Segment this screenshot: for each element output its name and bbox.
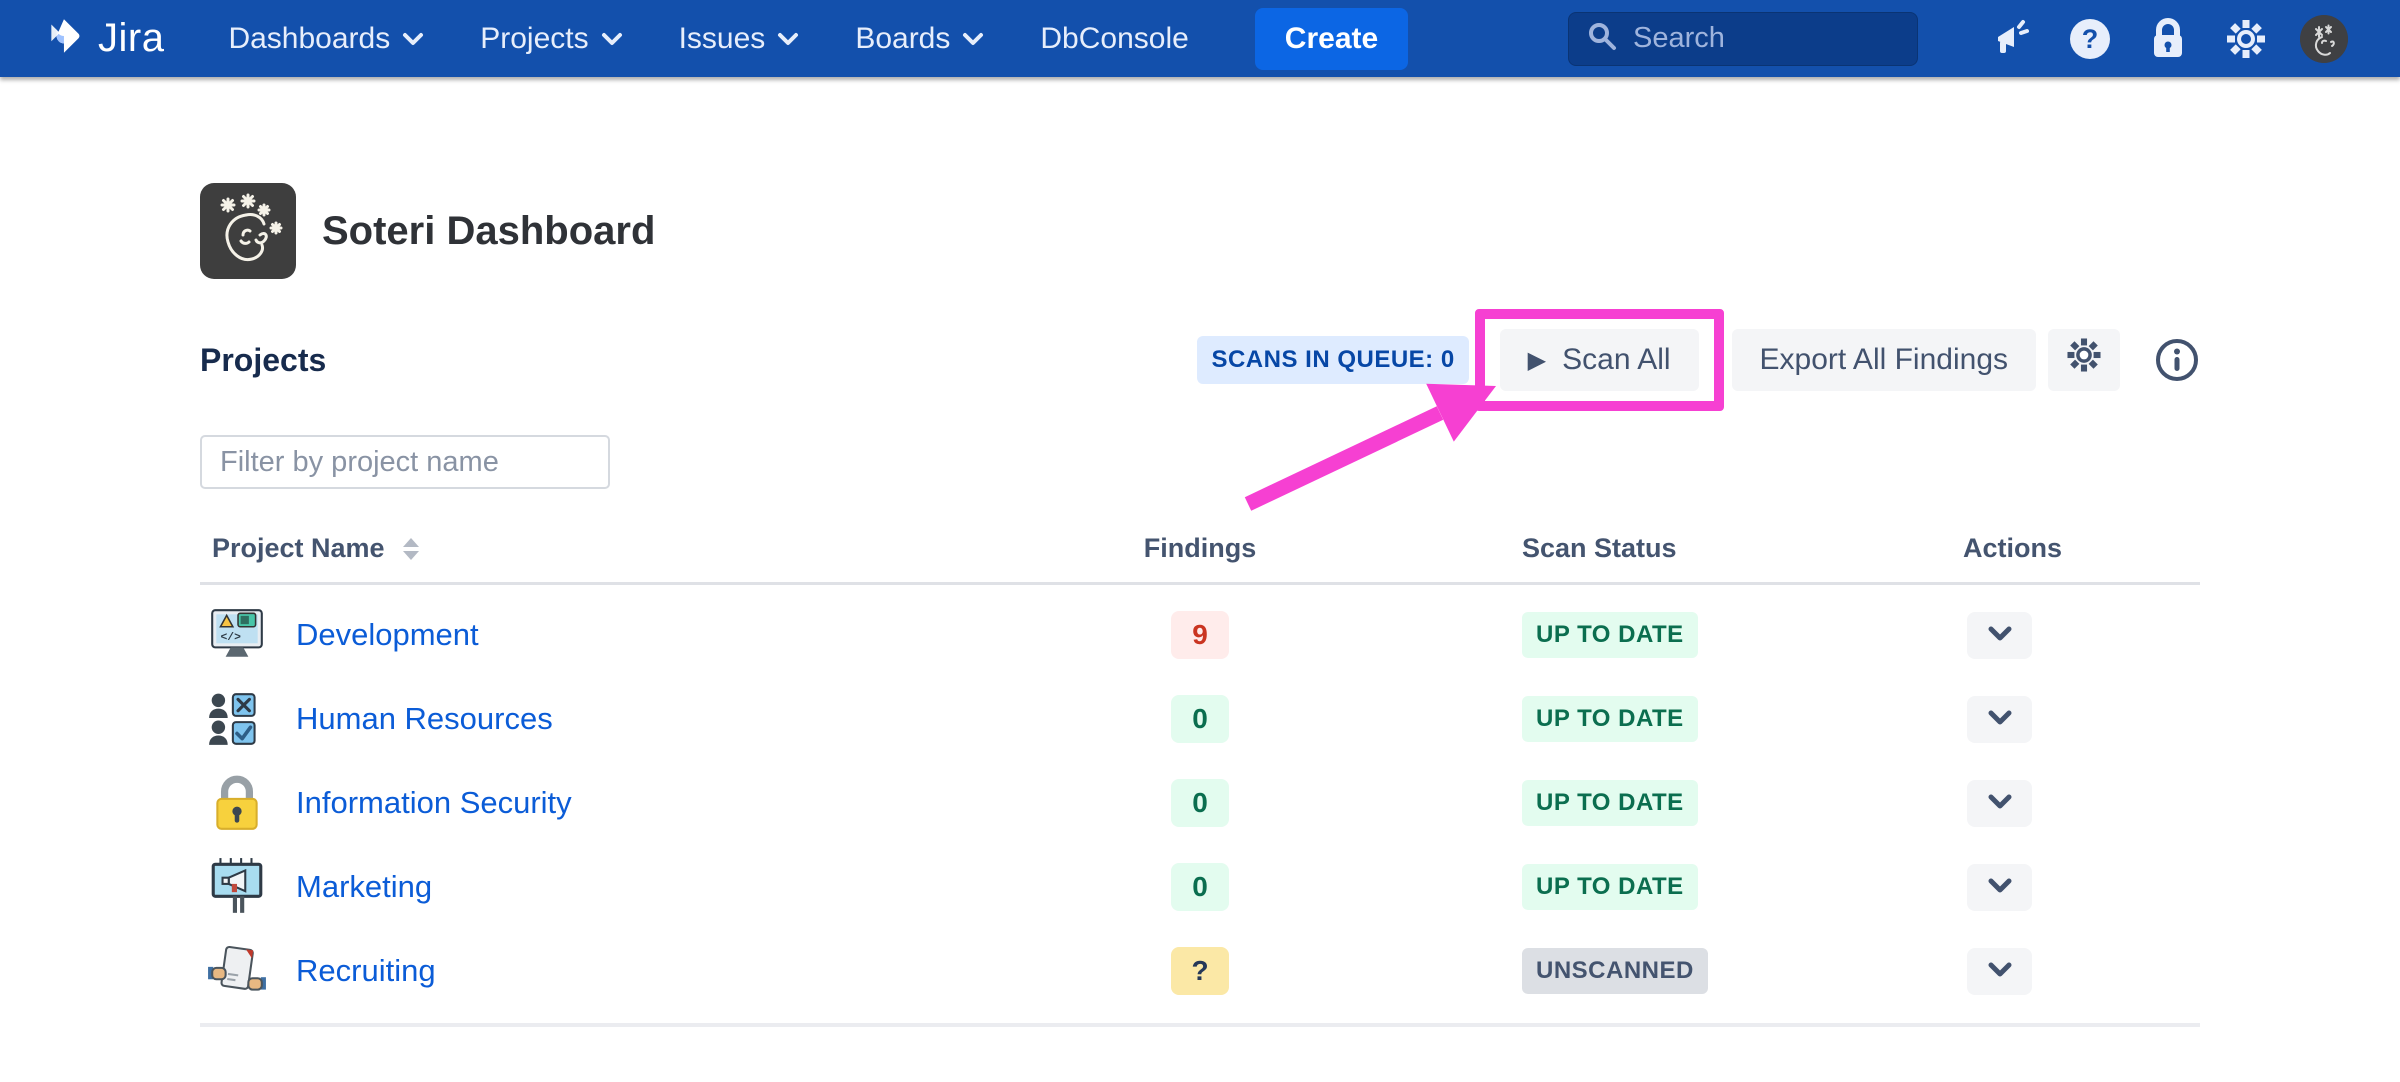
human-resources-project-icon	[206, 688, 268, 750]
nav-dbconsole-label: DbConsole	[1040, 22, 1188, 56]
findings-badge: 0	[1171, 695, 1229, 743]
findings-badge: 0	[1171, 779, 1229, 827]
search-box[interactable]	[1568, 12, 1918, 66]
search-icon	[1587, 21, 1617, 56]
page: Jira Dashboards Projects Issues Boards	[0, 0, 2400, 1082]
table-row-information-security: Information Security 0 UP TO DATE	[200, 761, 2200, 845]
row-actions-dropdown-button[interactable]	[1967, 780, 2032, 827]
brand-name: Jira	[98, 16, 164, 61]
project-filter-input[interactable]	[200, 435, 610, 489]
page-title: Soteri Dashboard	[322, 209, 655, 254]
toolbar: SCANS IN QUEUE: 0 ▶ Scan All Export All …	[1197, 309, 2200, 411]
lock-icon[interactable]	[2136, 7, 2200, 71]
project-link[interactable]: Marketing	[296, 869, 432, 905]
soteri-logo-icon	[200, 183, 296, 279]
chevron-down-icon	[1987, 877, 2013, 897]
nav-projects[interactable]: Projects	[480, 22, 622, 56]
scan-status-badge: UP TO DATE	[1522, 612, 1698, 658]
project-name-header-label: Project Name	[212, 533, 385, 564]
nav-dashboards-label: Dashboards	[228, 22, 390, 56]
chevron-down-icon	[1987, 961, 2013, 981]
chevron-down-icon	[601, 31, 623, 46]
chevron-down-icon	[777, 31, 799, 46]
projects-controls-row: Projects SCANS IN QUEUE: 0 ▶ Scan All Ex…	[200, 305, 2200, 415]
avatar[interactable]	[2292, 7, 2356, 71]
gear-icon	[2064, 335, 2104, 385]
project-link[interactable]: Recruiting	[296, 953, 436, 989]
chevron-down-icon	[1987, 709, 2013, 729]
row-actions-dropdown-button[interactable]	[1967, 696, 2032, 743]
scan-status-badge: UNSCANNED	[1522, 948, 1708, 994]
chevron-down-icon	[1987, 625, 2013, 645]
row-actions-dropdown-button[interactable]	[1967, 612, 2032, 659]
scan-status-badge: UP TO DATE	[1522, 696, 1698, 742]
column-header-project-name[interactable]: Project Name	[200, 533, 1100, 564]
create-button[interactable]: Create	[1255, 8, 1408, 70]
table-row-development: </> Development 9 UP TO DATE	[200, 593, 2200, 677]
scan-all-label: Scan All	[1562, 343, 1670, 377]
row-actions-dropdown-button[interactable]	[1967, 948, 2032, 995]
projects-heading: Projects	[200, 342, 326, 379]
findings-badge: ?	[1171, 947, 1229, 995]
table-body: </> Development 9 UP TO DATE	[200, 585, 2200, 1027]
table-row-human-resources: Human Resources 0 UP TO DATE	[200, 677, 2200, 761]
help-icon[interactable]: ?	[2058, 7, 2122, 71]
development-project-icon: </>	[206, 604, 268, 666]
megaphone-icon[interactable]	[1980, 7, 2044, 71]
information-security-project-icon	[206, 772, 268, 834]
search-input[interactable]	[1633, 22, 1873, 55]
chevron-down-icon	[962, 31, 984, 46]
nav-issues[interactable]: Issues	[679, 22, 800, 56]
settings-button[interactable]	[2048, 329, 2120, 391]
table-row-recruiting: Recruiting ? UNSCANNED	[200, 929, 2200, 1013]
project-link[interactable]: Human Resources	[296, 701, 553, 737]
nav-issues-label: Issues	[679, 22, 766, 56]
dashboard-header: Soteri Dashboard	[200, 183, 2200, 279]
export-all-findings-button[interactable]: Export All Findings	[1732, 329, 2036, 391]
svg-text:</>: </>	[220, 632, 241, 644]
nav-projects-label: Projects	[480, 22, 588, 56]
nav-boards-label: Boards	[855, 22, 950, 56]
findings-badge: 0	[1171, 863, 1229, 911]
nav-dbconsole[interactable]: DbConsole	[1040, 22, 1188, 56]
table-row-marketing: Marketing 0 UP TO DATE	[200, 845, 2200, 929]
jira-logo[interactable]: Jira	[44, 15, 164, 62]
recruiting-project-icon	[206, 940, 268, 1002]
chevron-down-icon	[1987, 793, 2013, 813]
findings-badge: 9	[1171, 611, 1229, 659]
nav-dashboards[interactable]: Dashboards	[228, 22, 424, 56]
svg-text:?: ?	[2082, 24, 2099, 54]
main-content: Soteri Dashboard Projects SCANS IN QUEUE…	[0, 183, 2400, 1027]
play-icon: ▶	[1528, 346, 1546, 375]
marketing-project-icon	[206, 856, 268, 918]
project-link[interactable]: Information Security	[296, 785, 572, 821]
column-header-findings: Findings	[1100, 533, 1300, 564]
table-header-row: Project Name Findings Scan Status Action…	[200, 533, 2200, 585]
row-actions-dropdown-button[interactable]	[1967, 864, 2032, 911]
scan-status-badge: UP TO DATE	[1522, 864, 1698, 910]
projects-table: Project Name Findings Scan Status Action…	[200, 533, 2200, 1027]
project-link[interactable]: Development	[296, 617, 479, 653]
scan-all-button[interactable]: ▶ Scan All	[1500, 329, 1699, 391]
nav-boards[interactable]: Boards	[855, 22, 984, 56]
column-header-scan-status: Scan Status	[1300, 533, 1960, 564]
scans-in-queue-badge: SCANS IN QUEUE: 0	[1197, 336, 1468, 384]
info-icon[interactable]	[2154, 337, 2200, 383]
top-navigation-bar: Jira Dashboards Projects Issues Boards	[0, 0, 2400, 77]
column-header-actions: Actions	[1960, 533, 2200, 564]
chevron-down-icon	[402, 31, 424, 46]
jira-logo-icon	[44, 15, 86, 62]
scan-status-badge: UP TO DATE	[1522, 780, 1698, 826]
gear-icon[interactable]	[2214, 7, 2278, 71]
sort-icon	[403, 538, 419, 560]
annotation-highlight-box: ▶ Scan All	[1475, 309, 1724, 411]
